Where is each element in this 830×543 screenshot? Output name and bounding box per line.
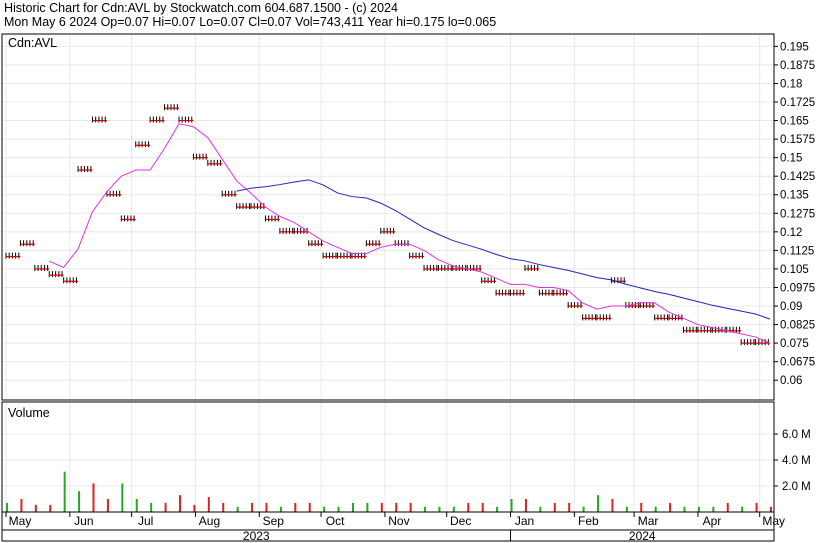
price-tick-label: 0.18 [780, 78, 802, 90]
month-label: Feb [578, 514, 599, 528]
volume-bar [741, 506, 744, 512]
volume-bar [568, 502, 571, 512]
price-tick-label: 0.1425 [780, 171, 815, 183]
volume-bar [308, 502, 311, 512]
volume-bar [395, 502, 398, 512]
volume-bar [222, 502, 225, 512]
volume-bar [178, 495, 181, 512]
volume-bar [78, 491, 81, 512]
volume-bar [34, 504, 37, 512]
volume-bar [279, 506, 282, 512]
volume-bar [524, 499, 527, 512]
volume-bar [6, 502, 8, 512]
volume-bar [539, 506, 542, 512]
volume-panel-frame [1, 401, 775, 513]
price-tick-label: 0.1575 [780, 134, 815, 146]
month-label: Aug [199, 514, 220, 528]
year-label: 2023 [243, 529, 270, 543]
volume-bar [251, 502, 254, 512]
month-label: May [762, 514, 785, 528]
long-moving-average-line [236, 179, 771, 320]
volume-panel-label: Volume [8, 406, 50, 420]
price-tick-label: 0.075 [780, 338, 809, 350]
volume-bar [380, 502, 383, 512]
volume-bar [510, 499, 513, 512]
month-label: Dec [450, 514, 471, 528]
price-panel-label: Cdn:AVL [8, 36, 57, 50]
short-moving-average-line [49, 123, 771, 344]
price-tick-label: 0.105 [780, 264, 809, 276]
volume-bar [755, 502, 758, 512]
volume-bar [726, 502, 729, 512]
volume-bar [135, 499, 138, 512]
volume-bar [92, 483, 95, 512]
volume-tick-label: 2.0 M [782, 481, 811, 493]
volume-bar [193, 504, 196, 512]
month-label: Oct [326, 514, 345, 528]
volume-bar [481, 502, 484, 512]
price-tick-label: 0.09 [780, 301, 802, 313]
price-panel-frame [1, 33, 775, 401]
volume-bar [712, 506, 715, 512]
volume-tick-label: 6.0 M [782, 429, 811, 441]
price-tick-label: 0.1275 [780, 208, 815, 220]
volume-bar [150, 502, 153, 512]
volume-bar [654, 506, 657, 512]
price-tick-label: 0.1875 [780, 60, 815, 72]
month-label: Jan [515, 514, 534, 528]
price-tick-label: 0.15 [780, 153, 802, 165]
volume-bar [207, 497, 210, 512]
stock-chart: 0.195 0.1875 0.18 0.1725 0.165 0.1575 0.15 0.14… [1, 33, 815, 543]
month-label: Apr [703, 514, 722, 528]
volume-tick-label: 4.0 M [782, 455, 811, 467]
volume-bar [697, 506, 700, 512]
month-label: Jul [138, 514, 153, 528]
volume-bar [106, 499, 109, 512]
year-label: 2024 [629, 529, 656, 543]
month-label: Nov [388, 514, 409, 528]
volume-bar [351, 502, 354, 512]
volume-bar [424, 506, 427, 512]
month-label: Mar [638, 514, 659, 528]
volume-bar [669, 502, 672, 512]
price-tick-label: 0.06 [780, 375, 802, 387]
volume-bar [452, 506, 455, 512]
volume-bar [164, 502, 167, 512]
volume-bar [611, 499, 614, 512]
price-tick-label: 0.135 [780, 190, 809, 202]
volume-bar [467, 502, 470, 512]
month-label: Sep [263, 514, 285, 528]
price-tick-label: 0.0825 [780, 320, 815, 332]
month-label: Jun [74, 514, 93, 528]
volume-bar [409, 502, 412, 512]
volume-bar [683, 506, 686, 512]
volume-bar [366, 502, 369, 512]
price-tick-label: 0.1125 [780, 245, 814, 257]
volume-bar [438, 506, 441, 512]
volume-bar [294, 502, 297, 512]
volume-bar [640, 502, 643, 512]
volume-bar [49, 504, 52, 512]
volume-bar [20, 499, 23, 512]
volume-bar [121, 483, 124, 512]
volume-bar [337, 506, 340, 512]
price-tick-label: 0.0975 [780, 282, 815, 294]
price-tick-label: 0.12 [780, 227, 802, 239]
volume-bar [770, 506, 772, 512]
month-label: May [9, 514, 32, 528]
volume-bar [553, 502, 556, 512]
price-tick-label: 0.195 [780, 41, 809, 53]
volume-bar [597, 495, 600, 512]
volume-bar [323, 506, 326, 512]
price-tick-label: 0.1725 [780, 97, 815, 109]
volume-bar [496, 506, 499, 512]
volume-bar [582, 506, 585, 512]
volume-bar [265, 502, 268, 512]
volume-bar [63, 471, 66, 512]
volume-bar [625, 506, 628, 512]
volume-bar [236, 506, 239, 512]
price-tick-label: 0.0675 [780, 357, 815, 369]
price-tick-label: 0.165 [780, 116, 809, 128]
